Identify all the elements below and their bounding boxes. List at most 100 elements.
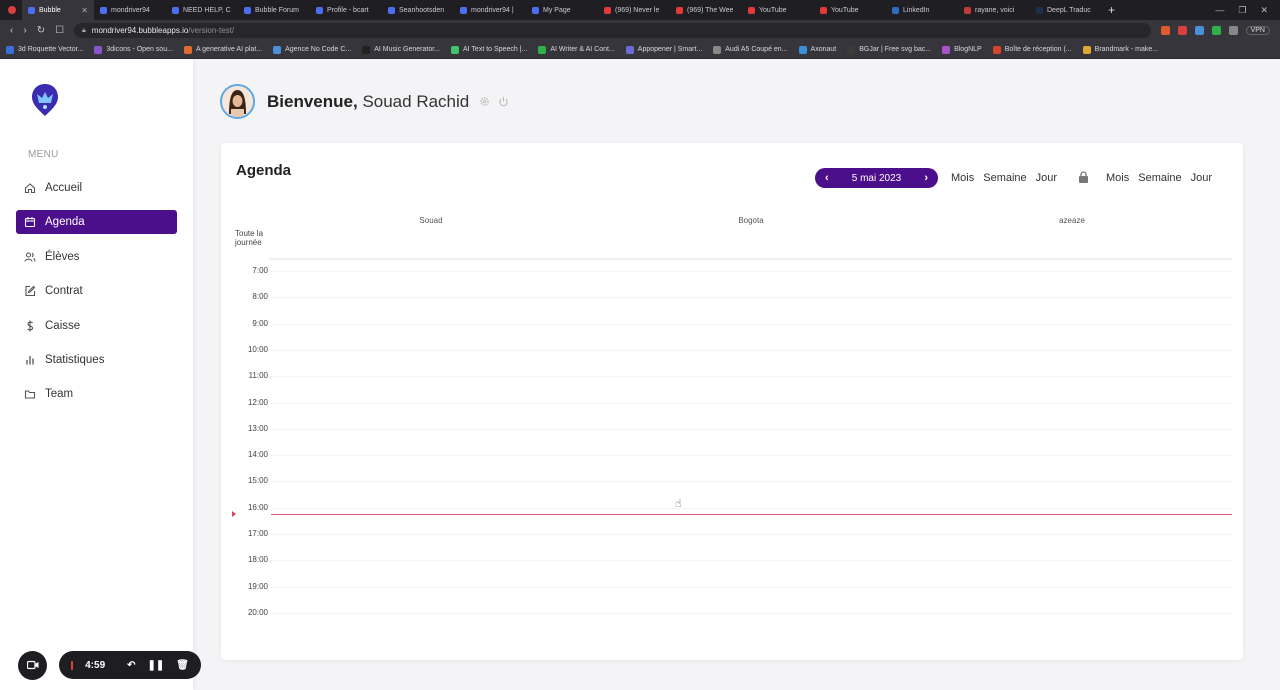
close-tab-icon[interactable]: ✕: [81, 6, 88, 15]
trash-icon[interactable]: 🗑︎: [176, 660, 189, 671]
bookmark-icon[interactable]: ☐: [55, 25, 64, 36]
bookmark-item[interactable]: Boîte de réception (...: [992, 45, 1072, 54]
sidebar-item-eleves[interactable]: Élèves: [16, 245, 177, 269]
next-date-icon[interactable]: ›: [924, 172, 928, 184]
bookmark-item[interactable]: BlogNLP: [942, 45, 982, 54]
bookmark-item[interactable]: A generative AI plat...: [183, 45, 262, 54]
reload-icon[interactable]: ↻: [37, 25, 45, 36]
stop-recording-button[interactable]: [71, 660, 74, 670]
bookmark-item[interactable]: Audi A5 Coupé en...: [713, 45, 788, 54]
time-slot-row[interactable]: [271, 297, 1232, 299]
url-input[interactable]: 🔒︎ mondriver94.bubbleapps.io /version-te…: [74, 23, 1151, 38]
browser-tab[interactable]: YouTube: [742, 0, 814, 20]
time-slot-row[interactable]: [271, 455, 1232, 457]
avatar[interactable]: [220, 84, 255, 119]
brave-icon[interactable]: [1160, 26, 1170, 35]
bookmark-item[interactable]: AI Writer & AI Cont...: [538, 45, 615, 54]
sidebar-item-accueil[interactable]: Accueil: [16, 176, 177, 200]
bookmark-item[interactable]: Appopener | Smart...: [625, 45, 703, 54]
browser-tab[interactable]: Seanhootsden: [382, 0, 454, 20]
view-mois-button[interactable]: Mois: [1106, 172, 1129, 184]
tab-title: NEED HELP, C: [183, 6, 231, 14]
time-slot-label: 20:00: [247, 607, 268, 617]
view-semaine-button[interactable]: Semaine: [1138, 172, 1181, 184]
extension-icon[interactable]: [1194, 26, 1204, 35]
undo-icon[interactable]: ↶: [127, 660, 135, 671]
bookmark-item[interactable]: Brandmark - make...: [1082, 45, 1158, 54]
tab-title: YouTube: [831, 6, 859, 14]
power-icon[interactable]: [498, 96, 509, 107]
bookmark-label: Boîte de réception (...: [1004, 46, 1072, 53]
browser-tab[interactable]: Bubble Forum: [238, 0, 310, 20]
time-slot-row[interactable]: [271, 534, 1232, 535]
time-slot-row[interactable]: [271, 376, 1232, 378]
browser-tab[interactable]: Bubble ✕: [22, 0, 94, 20]
browser-tab[interactable]: mondriver94: [94, 0, 166, 20]
time-slot-row[interactable]: [271, 560, 1232, 562]
browser-tab[interactable]: Profile - bcart: [310, 0, 382, 20]
sidebar-item-caisse[interactable]: Caisse: [16, 314, 177, 338]
sidebar-item-team[interactable]: Team: [16, 382, 177, 406]
minimize-icon[interactable]: —: [1215, 5, 1224, 16]
sidebar-item-agenda[interactable]: Agenda: [16, 210, 177, 235]
back-icon[interactable]: ‹: [10, 25, 13, 36]
browser-tab[interactable]: rayane, voici: [958, 0, 1030, 20]
tab-favicon-icon: [388, 6, 395, 14]
close-window-icon[interactable]: ✕: [1260, 5, 1268, 16]
extension-icon[interactable]: [1177, 26, 1187, 35]
view-semaine-button[interactable]: Semaine: [983, 172, 1026, 184]
time-slot-row[interactable]: [271, 612, 1232, 614]
time-slot-label: 12:00: [247, 397, 268, 407]
folder-icon: [24, 390, 36, 399]
bookmark-item[interactable]: 3dicons - Open sou...: [94, 45, 173, 54]
view-jour-button[interactable]: Jour: [1191, 172, 1212, 184]
view-mois-button[interactable]: Mois: [951, 172, 974, 184]
sidebar-item-label: Team: [45, 388, 74, 401]
time-slot-row[interactable]: [271, 428, 1232, 430]
new-tab-button[interactable]: +: [1108, 3, 1115, 17]
browser-tab[interactable]: My Page: [526, 0, 598, 20]
agenda-card: Agenda ‹ 5 mai 2023 › Mois Semaine Jour Mo…: [221, 143, 1243, 660]
time-slot-row[interactable]: [271, 349, 1232, 351]
bookmark-item[interactable]: AI Music Generator...: [362, 45, 440, 54]
bookmark-item[interactable]: Axonaut: [798, 45, 836, 54]
browser-tab[interactable]: mondriver94 |: [454, 0, 526, 20]
extension-icon[interactable]: [1211, 26, 1221, 35]
bookmark-item[interactable]: AI Text to Speech |...: [451, 45, 528, 54]
browser-tab[interactable]: (969) The Wee: [670, 0, 742, 20]
sidebar-item-label: Statistiques: [45, 353, 105, 366]
allday-row[interactable]: [269, 258, 1232, 260]
prev-date-icon[interactable]: ‹: [825, 172, 829, 184]
time-slot-row[interactable]: [271, 507, 1232, 509]
bookmark-item[interactable]: BGJar | Free svg bac...: [847, 45, 931, 54]
time-slot-row[interactable]: [271, 323, 1232, 325]
lock-icon[interactable]: [1078, 171, 1089, 183]
vpn-button[interactable]: VPN: [1245, 26, 1270, 35]
bookmark-label: Appopener | Smart...: [637, 46, 703, 53]
sidebar-item-statistiques[interactable]: Statistiques: [16, 348, 177, 372]
bookmark-item[interactable]: Agence No Code C...: [273, 45, 351, 54]
browser-tab[interactable]: DeepL Traduc: [1030, 0, 1102, 20]
sidebar-item-label: Agenda: [45, 216, 85, 229]
browser-tab[interactable]: YouTube: [814, 0, 886, 20]
view-jour-button[interactable]: Jour: [1036, 172, 1057, 184]
browser-tab[interactable]: LinkedIn: [886, 0, 958, 20]
time-slot-row[interactable]: [271, 271, 1232, 272]
restore-icon[interactable]: ❐: [1238, 5, 1246, 16]
browser-tab[interactable]: (969) Never le: [598, 0, 670, 20]
browser-tab[interactable]: NEED HELP, C: [166, 0, 238, 20]
bookmark-item[interactable]: 3d Roquette Vector...: [6, 45, 83, 54]
time-slot-row[interactable]: [271, 586, 1232, 588]
time-slot-row[interactable]: [271, 481, 1232, 483]
puzzle-icon[interactable]: [1228, 26, 1238, 35]
gear-icon[interactable]: [479, 96, 490, 107]
camera-button[interactable]: [18, 650, 47, 680]
forward-icon[interactable]: ›: [23, 25, 26, 36]
sidebar-item-contrat[interactable]: Contrat: [16, 279, 177, 303]
pause-icon[interactable]: ❚❚: [148, 660, 165, 671]
bookmark-label: AI Text to Speech |...: [463, 46, 528, 53]
time-slot-row[interactable]: [271, 402, 1232, 404]
browser-menu-icon[interactable]: [8, 6, 16, 14]
tab-title: (969) Never le: [615, 6, 660, 14]
welcome-text: Bienvenue, Souad Rachid: [267, 92, 469, 112]
